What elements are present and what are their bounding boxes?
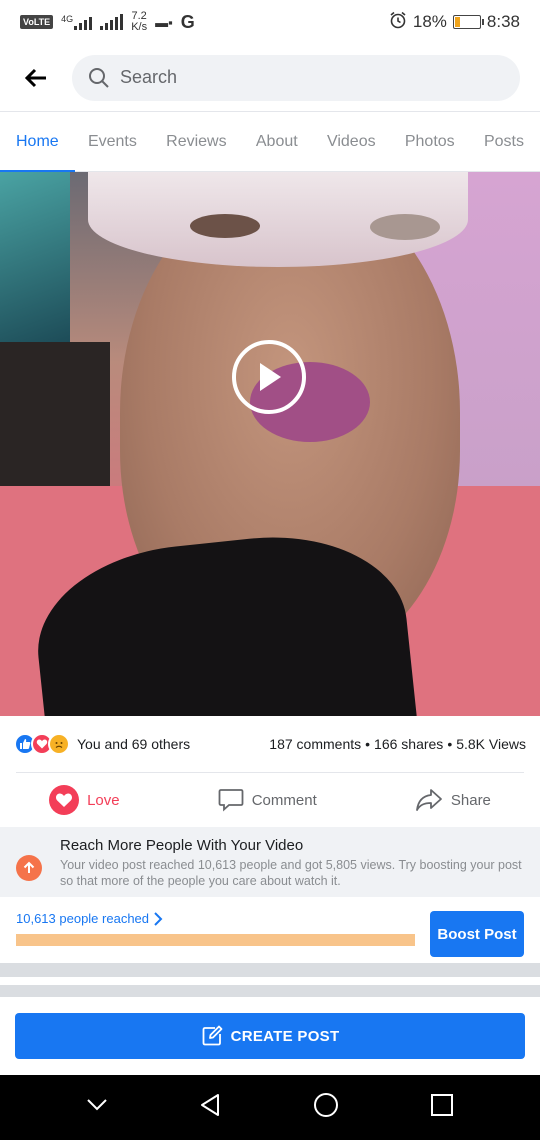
nav-collapse-button[interactable] <box>86 1098 108 1117</box>
post-actions: Love Comment Share <box>0 773 540 827</box>
page-tabs: Home Events Reviews About Videos Photos … <box>0 112 540 173</box>
status-right: 18% 8:38 <box>389 11 520 34</box>
love-icon <box>49 785 80 815</box>
love-label: Love <box>87 791 120 809</box>
nav-home-button[interactable] <box>313 1092 339 1123</box>
create-post-button[interactable]: CREATE POST <box>15 1013 525 1059</box>
back-button[interactable] <box>0 44 72 112</box>
love-button[interactable]: Love <box>49 785 120 815</box>
square-recents-icon <box>431 1094 454 1116</box>
tab-home[interactable]: Home <box>0 112 75 173</box>
reach-promo: Reach More People With Your Video Your v… <box>0 827 540 897</box>
share-label: Share <box>450 791 491 809</box>
search-input[interactable] <box>120 67 500 88</box>
video-eye-right <box>370 214 440 240</box>
section-divider <box>0 985 540 997</box>
share-icon <box>415 789 442 811</box>
battery-icon <box>452 15 484 29</box>
reach-title: Reach More People With Your Video <box>60 837 304 854</box>
reactions-summary[interactable]: You and 69 others <box>14 733 190 755</box>
boost-section: 10,613 people reached Boost Post <box>0 897 540 963</box>
nav-back-button[interactable] <box>199 1093 221 1122</box>
network-speed: 7.2 K/s <box>131 11 147 33</box>
reactions-text: You and 69 others <box>77 736 191 752</box>
boost-post-button[interactable]: Boost Post <box>430 911 524 957</box>
reach-text: Reach More People With Your Video Your v… <box>60 837 524 888</box>
speed-unit: K/s <box>131 21 148 33</box>
edit-icon <box>202 1025 222 1046</box>
back-arrow-icon <box>24 68 46 87</box>
reach-progress-bar <box>16 934 415 946</box>
triangle-back-icon <box>201 1094 220 1116</box>
post-stats: You and 69 others 187 comments • 166 sha… <box>0 716 540 772</box>
clock: 8:38 <box>486 12 520 31</box>
play-icon <box>260 363 281 391</box>
chevron-down-icon <box>87 1099 107 1111</box>
truck-icon: ▬▪ <box>155 14 173 30</box>
section-divider <box>0 963 540 977</box>
sad-reaction-icon <box>48 733 70 755</box>
comment-button[interactable]: Comment <box>218 788 317 812</box>
comments-count[interactable]: 187 comments <box>269 736 361 752</box>
status-bar: VoLTE 4G 7.2 K/s ▬▪ G 18% 8:38 <box>0 0 540 44</box>
nav-recents-button[interactable] <box>430 1093 454 1122</box>
play-button[interactable] <box>232 340 306 414</box>
create-post-label: CREATE POST <box>230 1027 340 1045</box>
video-eye-left <box>190 214 260 238</box>
reach-description: Your video post reached 10,613 people an… <box>60 858 522 888</box>
system-nav-bar <box>0 1075 540 1140</box>
comment-label: Comment <box>251 791 317 809</box>
tab-about[interactable]: About <box>256 112 298 172</box>
battery-percent: 18% <box>412 12 447 31</box>
shares-count[interactable]: 166 shares <box>374 736 443 752</box>
carrier-g-icon: G <box>180 11 195 32</box>
volte-badge: VoLTE <box>20 15 54 29</box>
search-icon <box>89 67 109 88</box>
comment-icon <box>218 789 244 812</box>
status-left: VoLTE 4G 7.2 K/s ▬▪ G <box>20 11 195 33</box>
views-count[interactable]: 5.8K Views <box>456 736 526 752</box>
video-window <box>0 172 70 342</box>
alarm-icon <box>389 11 407 34</box>
share-button[interactable]: Share <box>415 788 491 812</box>
search-header <box>0 44 540 112</box>
separator-dot: • <box>365 736 371 752</box>
tab-reviews[interactable]: Reviews <box>166 112 226 172</box>
separator-dot: • <box>447 736 453 752</box>
circle-home-icon <box>313 1093 338 1117</box>
network-label: 4G <box>61 14 74 24</box>
people-reached-text: 10,613 people reached <box>16 911 150 926</box>
engagement-counts: 187 comments • 166 shares • 5.8K Views <box>269 736 526 752</box>
signal-icon <box>100 14 124 30</box>
video-player[interactable] <box>0 172 540 716</box>
tab-events[interactable]: Events <box>88 112 137 172</box>
tab-videos[interactable]: Videos <box>327 112 376 172</box>
arrow-up-icon <box>16 855 42 881</box>
network-4g-icon: 4G <box>61 14 93 30</box>
chevron-right-icon <box>154 911 163 926</box>
tab-photos[interactable]: Photos <box>405 112 455 172</box>
tab-posts[interactable]: Posts <box>484 112 524 172</box>
search-bar[interactable] <box>72 54 520 101</box>
